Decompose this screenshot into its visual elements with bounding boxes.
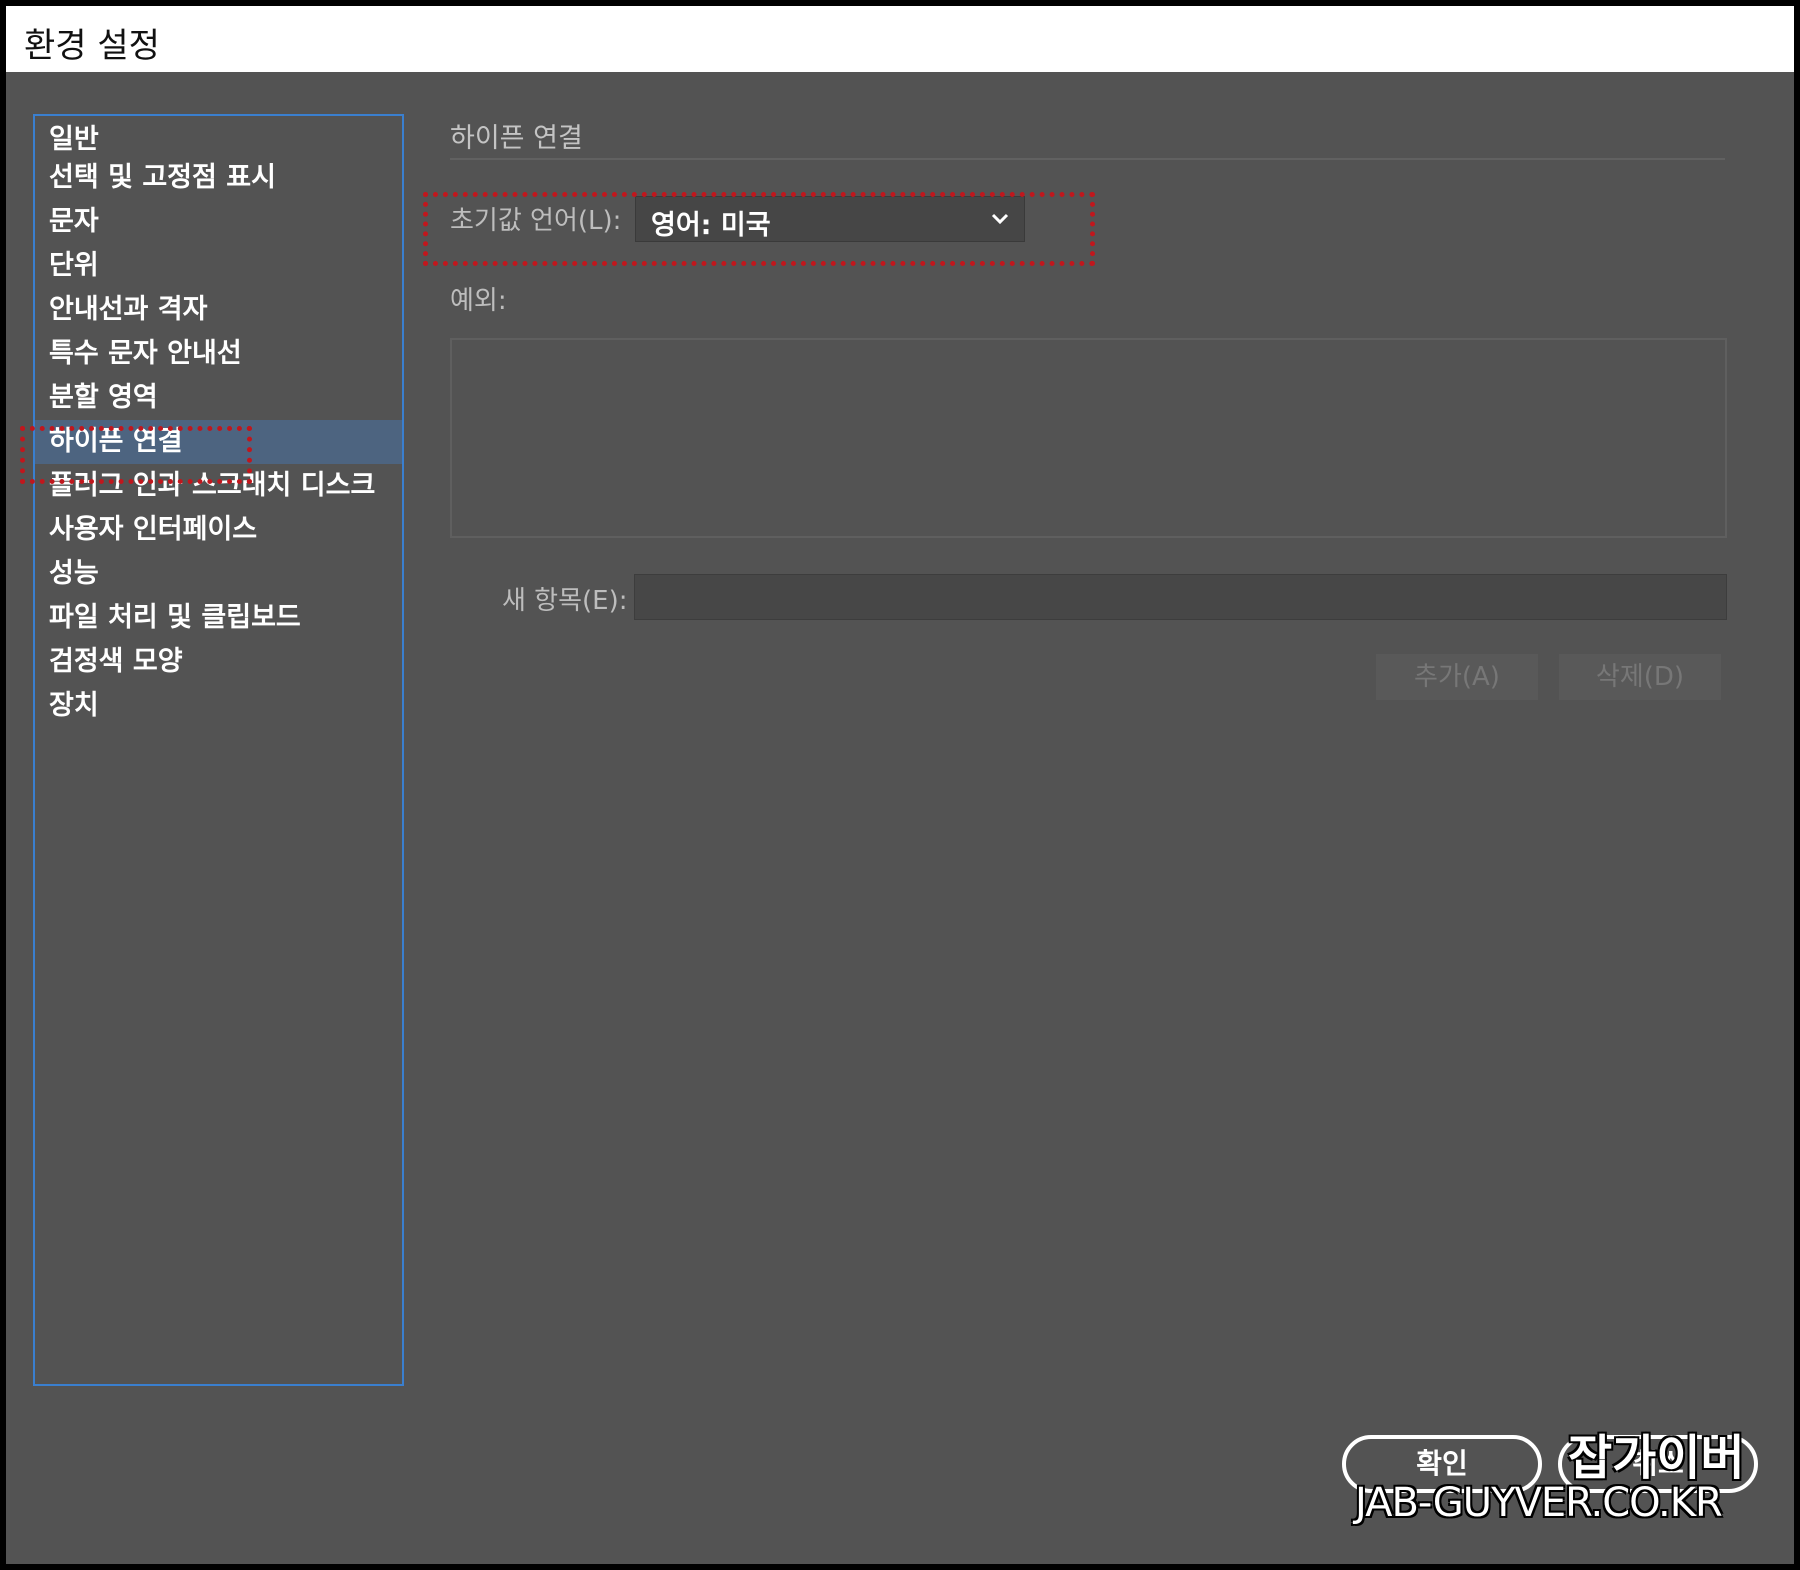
sidebar-item-devices[interactable]: 장치 <box>35 684 402 728</box>
watermark-url: JAB-GUYVER.CO.KR <box>1355 1480 1723 1526</box>
sidebar-item-guides-grid[interactable]: 안내선과 격자 <box>35 288 402 332</box>
highlight-annotation-hyphenation <box>20 426 252 484</box>
delete-button[interactable]: 삭제(D) <box>1559 654 1721 700</box>
exceptions-list[interactable] <box>450 338 1727 538</box>
sidebar-item-performance[interactable]: 성능 <box>35 552 402 596</box>
sidebar-item-type[interactable]: 문자 <box>35 200 402 244</box>
watermark-title: 잡가이버 <box>1568 1430 1745 1486</box>
title-bar: 환경 설정 <box>6 6 1794 72</box>
preferences-category-list[interactable]: 일반 선택 및 고정점 표시 문자 단위 안내선과 격자 특수 문자 안내선 분… <box>33 114 404 1386</box>
sidebar-item-slices[interactable]: 분할 영역 <box>35 376 402 420</box>
sidebar-item-smart-guides[interactable]: 특수 문자 안내선 <box>35 332 402 376</box>
section-title: 하이픈 연결 <box>450 123 583 154</box>
highlight-annotation-language <box>423 192 1095 266</box>
exceptions-label: 예외: <box>450 286 507 316</box>
sidebar-item-user-interface[interactable]: 사용자 인터페이스 <box>35 508 402 552</box>
section-divider <box>450 158 1725 160</box>
sidebar-item-file-handling-clipboard[interactable]: 파일 처리 및 클립보드 <box>35 596 402 640</box>
sidebar-item-black-appearance[interactable]: 검정색 모양 <box>35 640 402 684</box>
window-title: 환경 설정 <box>24 26 160 66</box>
new-entry-label: 새 항목(E): <box>502 586 628 616</box>
sidebar-item-selection-anchor-display[interactable]: 선택 및 고정점 표시 <box>35 156 402 200</box>
new-entry-input[interactable] <box>634 574 1727 620</box>
sidebar-item-units[interactable]: 단위 <box>35 244 402 288</box>
add-button[interactable]: 추가(A) <box>1376 654 1538 700</box>
